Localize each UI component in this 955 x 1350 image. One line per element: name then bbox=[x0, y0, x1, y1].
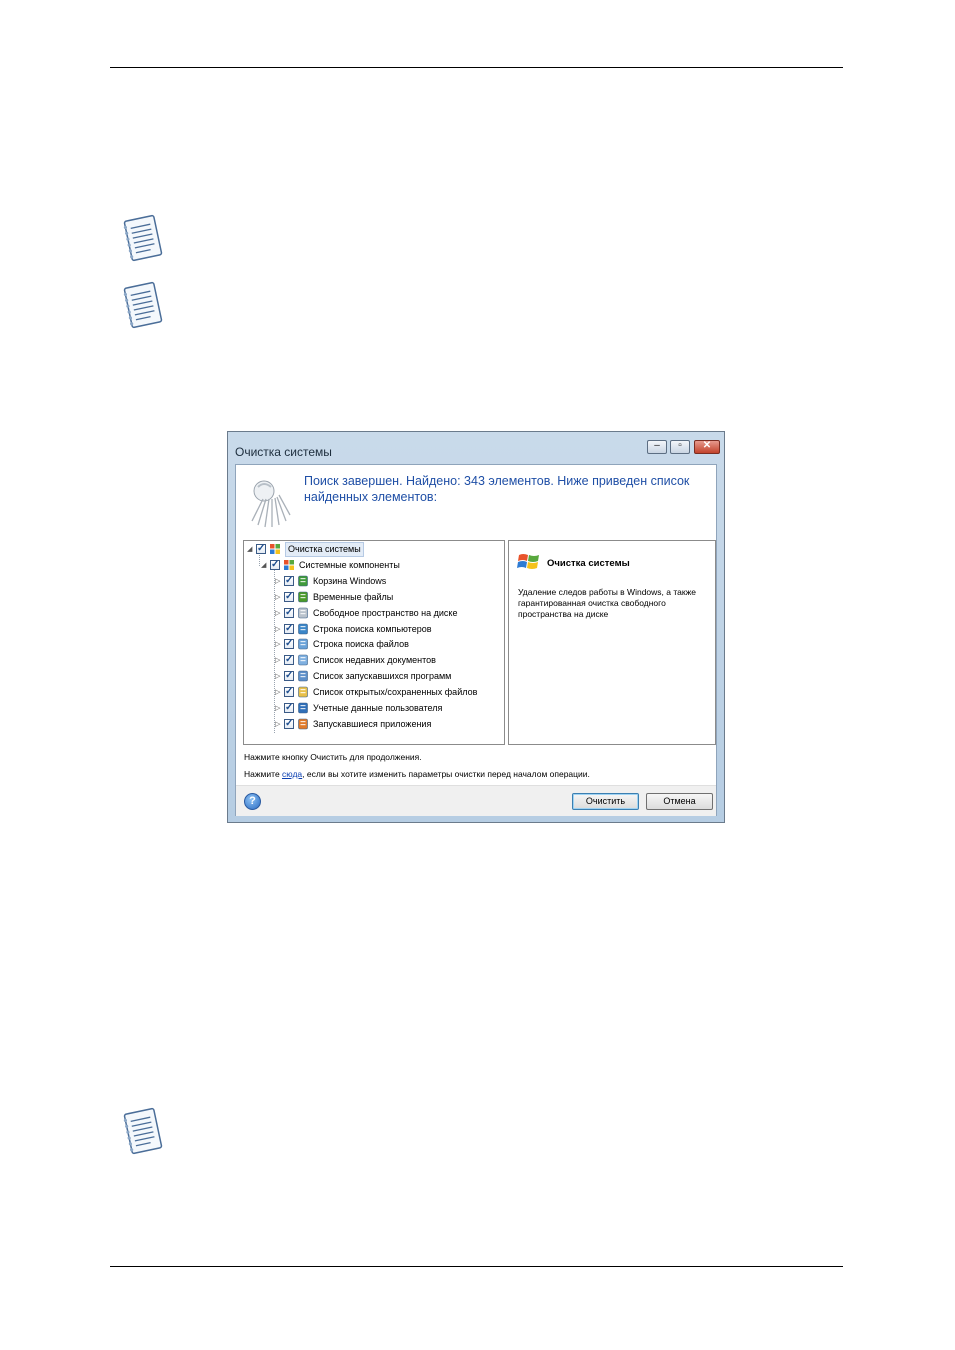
expand-arrow-icon[interactable]: ▷ bbox=[275, 653, 283, 668]
search-result-message: Поиск завершен. Найдено: 343 элементов. … bbox=[304, 474, 690, 504]
tree-item-label: Список недавних документов bbox=[313, 655, 436, 666]
expand-arrow-icon[interactable]: ▷ bbox=[275, 637, 283, 652]
tree-item-label: Список запускавшихся программ bbox=[313, 671, 452, 682]
settings-instruction: Нажмите сюда, если вы хотите изменить па… bbox=[244, 769, 590, 779]
tree-item[interactable]: ▷ Учетные данные пользователя bbox=[275, 700, 497, 716]
temp-files-icon bbox=[298, 591, 308, 602]
system-cleanup-dialog: Очистка системы – ▫ ✕ Поиск завершен. На… bbox=[227, 431, 725, 823]
continue-instruction: Нажмите кнопку Очистить для продолжения. bbox=[244, 752, 422, 762]
close-button[interactable]: ✕ bbox=[694, 440, 720, 454]
tree-item-label: Запускавшиеся приложения bbox=[313, 718, 432, 729]
dialog-title: Очистка системы bbox=[235, 445, 332, 459]
tree-item[interactable]: ▷ Строка поиска файлов bbox=[275, 636, 497, 652]
minimize-button[interactable]: – bbox=[647, 440, 667, 454]
expand-arrow-icon[interactable]: ▷ bbox=[275, 574, 283, 589]
tree-checkbox[interactable] bbox=[270, 557, 280, 572]
tree-checkbox[interactable] bbox=[284, 700, 294, 715]
expand-arrow-icon[interactable]: ▷ bbox=[275, 701, 283, 716]
tree-checkbox[interactable] bbox=[284, 652, 294, 667]
settings-instruction-prefix: Нажмите bbox=[244, 769, 283, 779]
tree-item[interactable]: ▷ Строка поиска компьютеров bbox=[275, 621, 497, 637]
dialog-footer: ? Очистить Отмена bbox=[236, 785, 716, 816]
cancel-button[interactable]: Отмена bbox=[646, 793, 713, 810]
tree-checkbox[interactable] bbox=[284, 605, 294, 620]
applications-icon bbox=[298, 718, 308, 730]
settings-link[interactable]: сюда bbox=[282, 769, 302, 779]
tree-checkbox[interactable] bbox=[284, 684, 294, 699]
tree-checkbox[interactable] bbox=[284, 621, 294, 636]
tree-checkbox[interactable] bbox=[256, 541, 266, 556]
collapse-arrow-icon[interactable]: ◢ bbox=[261, 558, 269, 573]
cleanup-button[interactable]: Очистить bbox=[572, 793, 639, 810]
collapse-arrow-icon[interactable]: ◢ bbox=[247, 542, 255, 557]
footer-rule bbox=[110, 1266, 843, 1267]
tree-checkbox[interactable] bbox=[284, 668, 294, 683]
windows-flag-icon bbox=[270, 544, 280, 554]
close-icon: ✕ bbox=[702, 440, 712, 451]
note-icon bbox=[123, 1107, 163, 1155]
run-list-icon bbox=[298, 670, 308, 682]
tree-checkbox[interactable] bbox=[284, 573, 294, 588]
help-icon[interactable]: ? bbox=[244, 793, 261, 810]
tree-checkbox[interactable] bbox=[284, 636, 294, 651]
expand-arrow-icon[interactable]: ▷ bbox=[275, 669, 283, 684]
windows-flag-icon bbox=[517, 554, 539, 569]
dialog-client-area: Поиск завершен. Найдено: 343 элементов. … bbox=[235, 464, 717, 816]
tree-checkbox[interactable] bbox=[284, 589, 294, 604]
cleanup-tree[interactable]: ◢ Очистка системы ◢ Системные компоненты ▷ Ко… bbox=[243, 540, 505, 745]
tree-item[interactable]: ▷ Список открытых/сохраненных файлов bbox=[275, 684, 497, 700]
expand-arrow-icon[interactable]: ▷ bbox=[275, 717, 283, 732]
title-bar[interactable]: Очистка системы – ▫ ✕ bbox=[228, 432, 724, 462]
tree-item-label: Очистка системы bbox=[285, 542, 364, 557]
expand-arrow-icon[interactable]: ▷ bbox=[275, 606, 283, 621]
header-rule bbox=[110, 67, 843, 68]
recent-docs-icon bbox=[298, 654, 308, 666]
tree-item-label: Строка поиска файлов bbox=[313, 639, 409, 650]
tree-checkbox[interactable] bbox=[284, 716, 294, 731]
tree-item-label: Временные файлы bbox=[313, 591, 394, 602]
settings-instruction-suffix: , если вы хотите изменить параметры очис… bbox=[302, 769, 590, 779]
tree-item-label: Системные компоненты bbox=[299, 559, 400, 570]
expand-arrow-icon[interactable]: ▷ bbox=[275, 622, 283, 637]
tree-item[interactable]: ▷ Временные файлы bbox=[275, 589, 497, 605]
tree-item-label: Список открытых/сохраненных файлов bbox=[313, 687, 478, 698]
tree-item[interactable]: ◢ Системные компоненты bbox=[261, 557, 497, 573]
description-panel: Очистка системы Удаление следов работы в… bbox=[508, 540, 716, 745]
network-search-icon bbox=[298, 623, 308, 634]
tree-item[interactable]: ▷ Корзина Windows bbox=[275, 573, 497, 589]
tree-item-label: Корзина Windows bbox=[313, 575, 387, 586]
expand-arrow-icon[interactable]: ▷ bbox=[275, 685, 283, 700]
windows-flag-icon bbox=[284, 559, 294, 570]
note-icon bbox=[123, 281, 163, 329]
expand-arrow-icon[interactable]: ▷ bbox=[275, 590, 283, 605]
tree-item-label: Строка поиска компьютеров bbox=[313, 623, 432, 634]
tree-item-label: Учетные данные пользователя bbox=[313, 703, 443, 713]
user-credentials-icon bbox=[298, 702, 308, 714]
tree-item[interactable]: ◢ Очистка системы bbox=[247, 541, 497, 557]
description-text: Удаление следов работы в Windows, а такж… bbox=[518, 587, 697, 619]
note-icon bbox=[123, 214, 163, 262]
maximize-button[interactable]: ▫ bbox=[670, 440, 690, 454]
tree-item[interactable]: ▷ Свободное пространство на диске bbox=[275, 605, 497, 621]
tree-item[interactable]: ▷ Список недавних документов bbox=[275, 652, 497, 668]
disk-icon bbox=[298, 607, 308, 618]
tree-item-label: Свободное пространство на диске bbox=[313, 607, 458, 618]
minimize-icon: – bbox=[654, 440, 660, 451]
maximize-icon: ▫ bbox=[678, 440, 682, 451]
folder-icon bbox=[298, 686, 308, 698]
recycle-bin-icon bbox=[298, 575, 308, 587]
tree-item[interactable]: ▷ Список запускавшихся программ bbox=[275, 668, 497, 684]
tree-item[interactable]: ▷ Запускавшиеся приложения bbox=[275, 716, 497, 732]
description-title: Очистка системы bbox=[547, 558, 630, 569]
cleanup-broom-icon bbox=[251, 480, 291, 528]
file-search-icon bbox=[298, 639, 308, 650]
